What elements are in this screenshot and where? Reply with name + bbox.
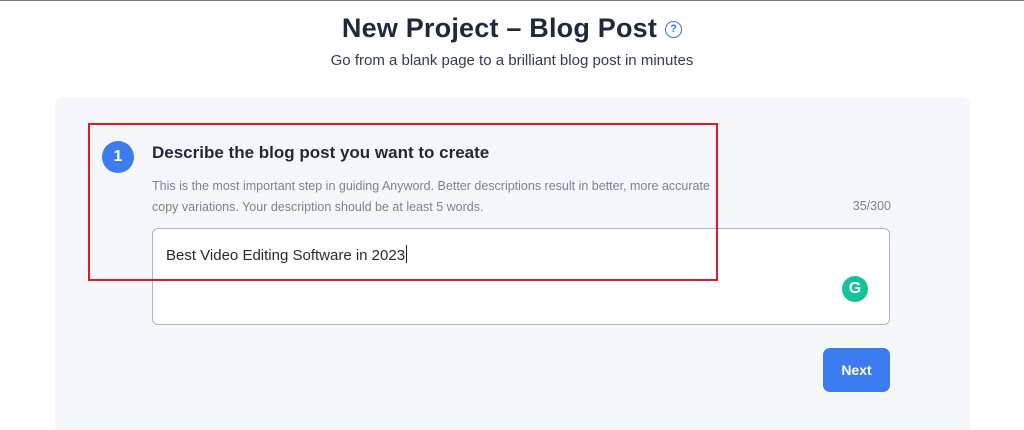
top-divider [0, 0, 1024, 1]
help-icon[interactable]: ? [665, 20, 683, 38]
description-input-text: Best Video Editing Software in 2023 [166, 247, 406, 264]
step-heading: Describe the blog post you want to creat… [152, 143, 490, 162]
page-title: New Project – Blog Post [341, 12, 658, 43]
description-input-value[interactable]: Best Video Editing Software in 2023 [166, 245, 408, 264]
step-number-badge: 1 [102, 141, 134, 173]
description-textarea[interactable]: Best Video Editing Software in 2023 G [152, 228, 890, 325]
step-description: This is the most important step in guidi… [152, 179, 710, 214]
text-caret [406, 245, 408, 263]
next-button[interactable]: Next [823, 348, 890, 392]
page-header: New Project – Blog Post ? Go from a blan… [0, 8, 1024, 70]
grammarly-icon[interactable]: G [842, 276, 868, 302]
title-row: New Project – Blog Post ? [0, 8, 1024, 48]
character-counter: 35/300 [852, 199, 891, 213]
page-subtitle: Go from a blank page to a brilliant blog… [330, 52, 694, 69]
